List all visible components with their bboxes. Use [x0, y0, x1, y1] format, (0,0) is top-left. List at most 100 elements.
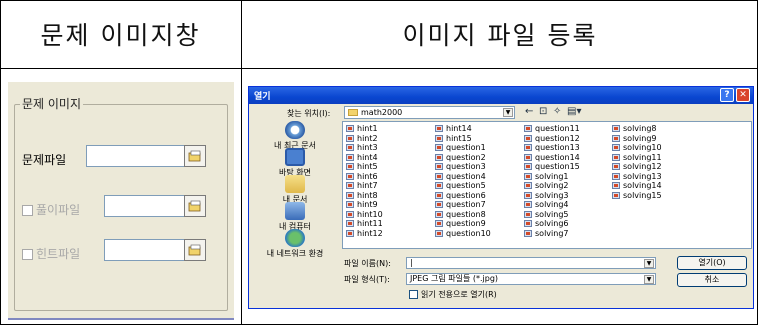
image-file-icon [346, 210, 354, 218]
place-recent[interactable]: 내 최근 문서 [253, 121, 337, 151]
problem-file-input[interactable] [86, 145, 186, 167]
file-name: question15 [535, 162, 580, 171]
file-name: solving4 [535, 200, 569, 209]
file-item[interactable]: hint10 [346, 210, 383, 220]
place-my-documents[interactable]: 내 문서 [253, 175, 337, 205]
file-item[interactable]: hint8 [346, 191, 383, 201]
place-network[interactable]: 내 네트워크 환경 [253, 229, 337, 259]
file-item[interactable]: hint14 [435, 124, 491, 134]
file-item[interactable]: question10 [435, 229, 491, 239]
file-item[interactable]: solving4 [524, 200, 580, 210]
file-name-input[interactable]: | ▼ [406, 257, 656, 269]
solving-file-browse-button[interactable] [184, 195, 206, 217]
file-item[interactable]: question2 [435, 153, 491, 163]
file-item[interactable]: question4 [435, 172, 491, 182]
new-folder-icon[interactable]: ✧ [553, 106, 561, 117]
file-item[interactable]: question8 [435, 210, 491, 220]
image-file-icon [435, 201, 443, 208]
cancel-button[interactable]: 취소 [677, 273, 747, 287]
file-item[interactable]: question5 [435, 181, 491, 191]
dialog-titlebar[interactable]: 열기 ? ✕ [249, 87, 753, 104]
file-item[interactable]: question13 [524, 143, 580, 153]
image-file-icon [524, 220, 532, 227]
file-item[interactable]: solving11 [612, 153, 662, 163]
hint-file-checkbox[interactable] [22, 249, 33, 260]
file-item[interactable]: hint2 [346, 134, 383, 144]
file-item[interactable]: hint5 [346, 162, 383, 172]
back-icon[interactable]: ← [525, 106, 533, 117]
place-my-computer[interactable]: 내 컴퓨터 [253, 202, 337, 232]
header-right: 이미지 파일 등록 [402, 21, 598, 50]
file-name: solving6 [535, 219, 569, 228]
table-divider-horizontal [0, 68, 758, 69]
file-item[interactable]: solving6 [524, 219, 580, 229]
file-item[interactable]: solving14 [612, 181, 662, 191]
file-name: question4 [446, 171, 486, 181]
file-item[interactable]: hint15 [435, 134, 491, 144]
view-menu-icon[interactable]: ▤▾ [567, 106, 581, 117]
recent-documents-icon [285, 121, 305, 139]
file-item[interactable]: hint6 [346, 172, 383, 182]
close-button[interactable]: ✕ [736, 88, 750, 102]
file-item[interactable]: question9 [435, 219, 491, 229]
file-type-label: 파일 형식(T): [344, 275, 390, 284]
file-name: hint9 [357, 200, 378, 209]
file-item[interactable]: solving10 [612, 143, 662, 153]
file-item[interactable]: solving13 [612, 172, 662, 182]
file-item[interactable]: hint7 [346, 181, 383, 191]
open-button[interactable]: 열기(O) [677, 256, 747, 270]
file-item[interactable]: solving12 [612, 162, 662, 172]
file-column: solving8 solving9 solving10 solving11 solvin… [612, 124, 662, 200]
my-documents-icon [285, 175, 305, 193]
file-item[interactable]: question11 [524, 124, 580, 134]
hint-file-input[interactable] [104, 239, 186, 261]
file-item[interactable]: solving3 [524, 191, 580, 201]
look-in-label: 찾는 위치(I): [287, 109, 331, 118]
file-name: question7 [446, 200, 486, 209]
file-item[interactable]: hint11 [346, 219, 383, 229]
image-file-icon [435, 144, 443, 151]
problem-file-browse-button[interactable] [184, 145, 206, 167]
file-item[interactable]: hint1 [346, 124, 383, 134]
file-item[interactable]: question15 [524, 162, 580, 172]
file-item[interactable]: question1 [435, 143, 491, 153]
file-item[interactable]: solving9 [612, 134, 662, 144]
file-name: solving15 [623, 190, 662, 200]
file-item[interactable]: hint4 [346, 153, 383, 163]
image-file-icon [346, 191, 354, 199]
file-item[interactable]: question14 [524, 153, 580, 163]
file-item[interactable]: solving7 [524, 229, 580, 239]
file-item[interactable]: solving1 [524, 172, 580, 182]
file-item[interactable]: question6 [435, 191, 491, 201]
file-item[interactable]: question3 [435, 162, 491, 172]
hint-file-browse-button[interactable] [184, 239, 206, 261]
file-item[interactable]: hint12 [346, 229, 383, 239]
readonly-checkbox[interactable] [409, 290, 418, 299]
dialog-title: 열기 [254, 92, 271, 102]
file-item[interactable]: hint3 [346, 143, 383, 153]
image-file-icon [524, 172, 532, 180]
up-folder-icon[interactable]: ⊡ [539, 106, 547, 117]
file-type-select[interactable]: JPEG 그림 파일들 (*.jpg) ▼ [406, 273, 656, 285]
help-button[interactable]: ? [720, 88, 734, 102]
look-in-dropdown[interactable]: math2000 ▼ [344, 106, 515, 119]
file-item[interactable]: question12 [524, 134, 580, 144]
open-folder-icon [188, 200, 201, 212]
place-desktop[interactable]: 바탕 화면 [253, 148, 337, 178]
solving-file-checkbox[interactable] [22, 205, 33, 216]
image-file-icon [612, 182, 620, 189]
image-file-icon [435, 153, 443, 161]
hint-file-row: 힌트파일 [22, 245, 80, 262]
file-item[interactable]: solving5 [524, 210, 580, 220]
file-item[interactable]: solving8 [612, 124, 662, 134]
solving-file-input[interactable] [104, 195, 186, 217]
file-item[interactable]: solving15 [612, 191, 662, 201]
chevron-down-icon: ▼ [644, 275, 654, 284]
problem-file-label: 문제파일 [22, 153, 67, 167]
file-item[interactable]: hint9 [346, 200, 383, 210]
image-file-icon [435, 163, 443, 170]
file-item[interactable]: solving2 [524, 181, 580, 191]
file-name: hint6 [357, 171, 378, 181]
file-list[interactable]: hint1 hint2 hint3 hint4 hint5 hint6 hint7 hint8… [342, 121, 752, 249]
file-item[interactable]: question7 [435, 200, 491, 210]
